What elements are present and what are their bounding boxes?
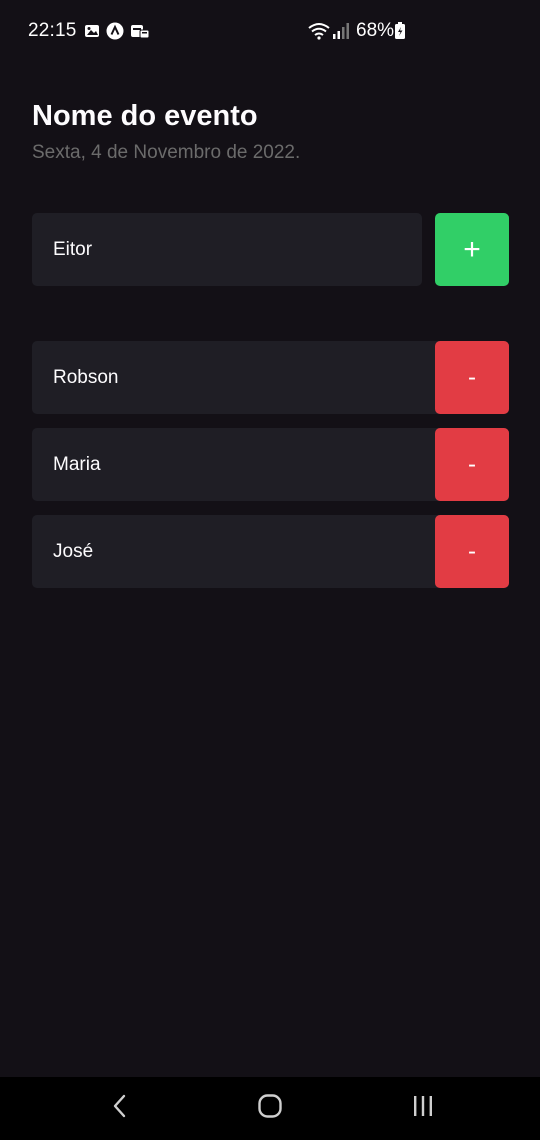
remove-participant-button[interactable]: - — [435, 515, 509, 588]
system-navigation-bar — [0, 1077, 540, 1140]
participant-row: Robson - — [32, 341, 509, 414]
status-time: 22:15 — [28, 20, 77, 41]
signal-icon — [332, 22, 350, 45]
notification-icon — [130, 23, 150, 44]
remove-participant-button[interactable]: - — [435, 428, 509, 501]
participants-list: Robson - Maria - José - — [32, 341, 509, 602]
back-button[interactable] — [80, 1077, 160, 1140]
home-button[interactable] — [230, 1077, 310, 1140]
status-notification-icons — [84, 22, 150, 45]
recents-icon — [411, 1094, 435, 1123]
app-screen: 22:15 68% Nome do evento Sexta, 4 de Nov… — [0, 0, 540, 1140]
wifi-icon — [308, 22, 330, 45]
participant-row: Maria - — [32, 428, 509, 501]
app-icon — [106, 22, 124, 45]
recents-button[interactable] — [383, 1077, 463, 1140]
participant-name: José — [53, 541, 94, 562]
gallery-icon — [84, 23, 100, 44]
participant-row: José - — [32, 515, 509, 588]
battery-percentage: 68% — [356, 20, 395, 41]
participant-name: Robson — [53, 367, 119, 388]
back-icon — [112, 1094, 128, 1123]
remove-participant-button[interactable]: - — [435, 341, 509, 414]
add-participant-button[interactable]: + — [435, 213, 509, 286]
add-participant-form: + — [32, 213, 509, 286]
participant-name-input[interactable] — [32, 213, 422, 286]
status-bar: 22:15 68% — [0, 0, 540, 64]
battery-icon — [394, 22, 406, 45]
event-date: Sexta, 4 de Novembro de 2022. — [32, 142, 301, 163]
event-title: Nome do evento — [32, 100, 258, 132]
participant-name: Maria — [53, 454, 101, 475]
home-icon — [257, 1093, 283, 1124]
